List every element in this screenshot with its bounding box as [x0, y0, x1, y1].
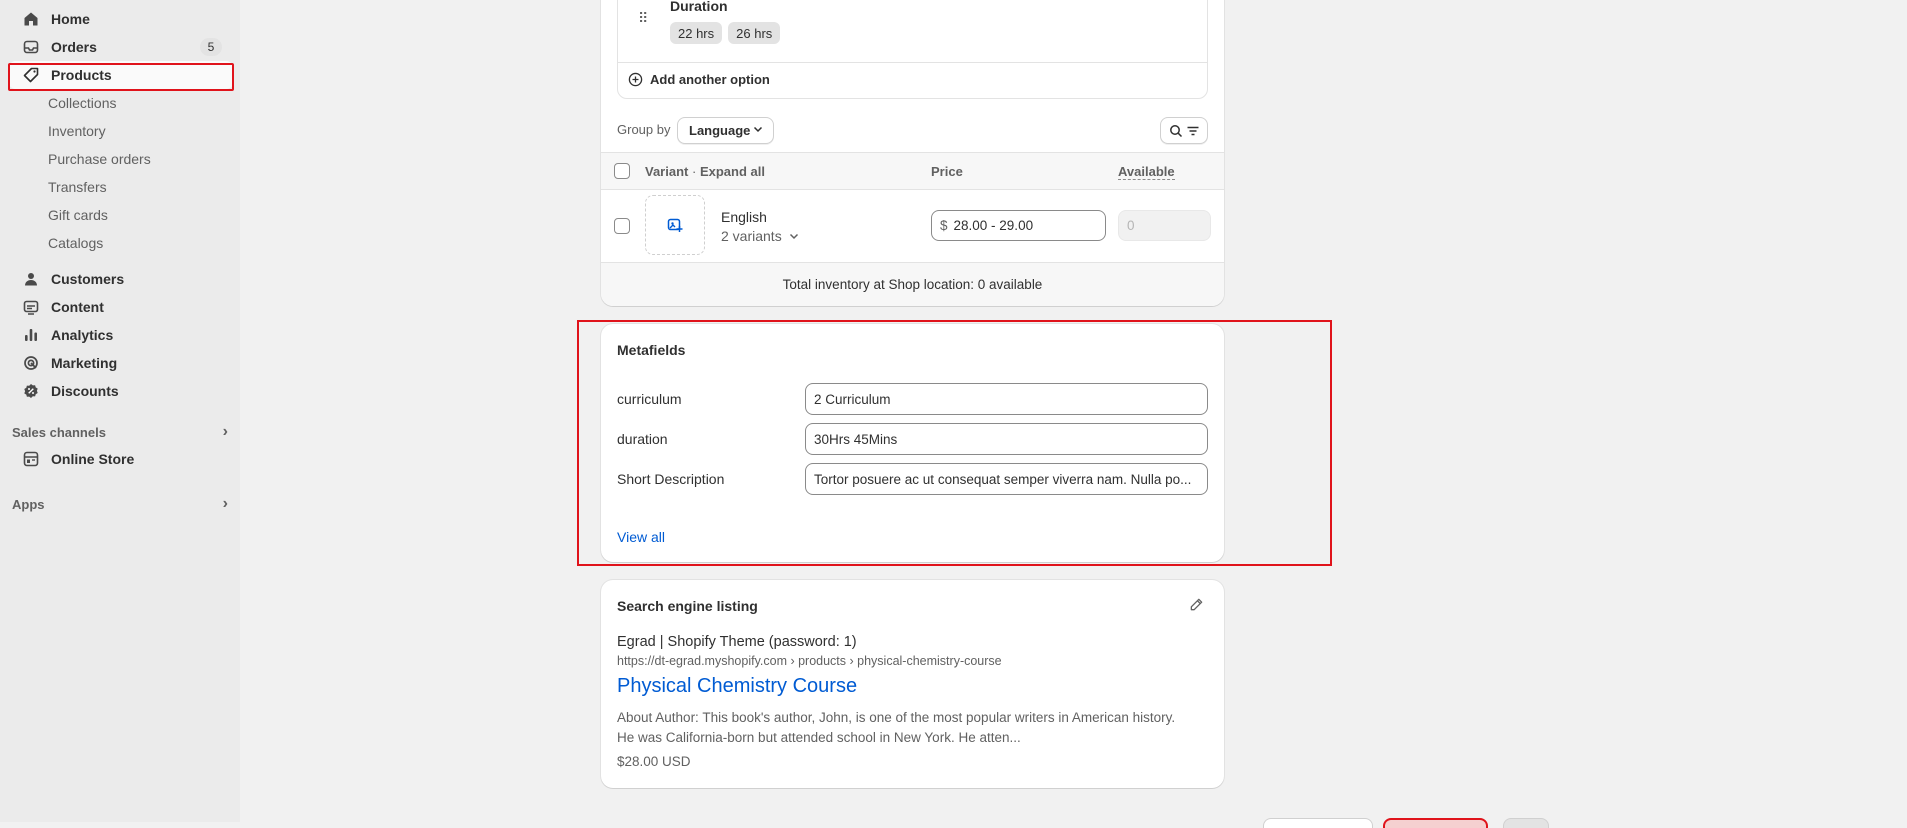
sidebar-item-customers[interactable]: Customers [8, 265, 234, 293]
sidebar-subitem-purchase-orders[interactable]: Purchase orders [48, 145, 151, 173]
search-icon [1169, 124, 1183, 138]
apps-label: Apps [12, 496, 45, 512]
sidebar-item-label: Discounts [51, 383, 119, 399]
price-input[interactable]: $ 28.00 - 29.00 [931, 210, 1106, 241]
group-by-select[interactable]: Language [677, 117, 774, 144]
sidebar-item-online-store[interactable]: Online Store [8, 445, 234, 473]
sidebar-subitem-collections[interactable]: Collections [48, 89, 116, 117]
total-inventory-text: Total inventory at Shop location: 0 avai… [782, 277, 1043, 292]
group-by-value: Language [689, 123, 751, 138]
chevron-right-icon: › [222, 495, 228, 512]
sidebar-item-home[interactable]: Home [8, 5, 234, 33]
column-header-price: Price [931, 164, 963, 179]
available-input: 0 [1118, 210, 1211, 241]
variant-group-name: English [721, 209, 767, 225]
group-by-label: Group by [617, 122, 671, 137]
inbox-icon [23, 39, 39, 55]
edit-pencil-icon[interactable] [1189, 597, 1204, 612]
chevron-down-icon [752, 123, 764, 138]
orders-count-badge: 5 [200, 38, 222, 56]
sidebar-item-label: Customers [51, 271, 125, 287]
sidebar-item-label: Content [51, 299, 104, 315]
sales-channels-label: Sales channels [12, 424, 106, 440]
seo-title: Search engine listing [617, 598, 758, 614]
highlight-box-metafields [577, 320, 1332, 566]
seo-url: https://dt-egrad.myshopify.com › product… [617, 654, 1002, 668]
divider [618, 62, 1207, 63]
sidebar-subitem-inventory[interactable]: Inventory [48, 117, 106, 145]
chevron-down-icon [788, 230, 800, 242]
option-values[interactable]: 22 hrs 26 hrs [670, 22, 786, 44]
option-name: Duration [670, 0, 728, 14]
chevron-right-icon: › [222, 423, 228, 440]
sales-channels-section[interactable]: Sales channels › [12, 420, 230, 444]
expand-all-link[interactable]: Expand all [700, 164, 765, 179]
seo-store-title: Egrad | Shopify Theme (password: 1) [617, 634, 857, 650]
add-image-placeholder[interactable] [645, 195, 705, 255]
sidebar-item-label: Online Store [51, 451, 135, 467]
total-inventory-footer: Total inventory at Shop location: 0 avai… [601, 262, 1224, 306]
seo-page-title: Physical Chemistry Course [617, 675, 858, 697]
price-value: 28.00 - 29.00 [953, 218, 1034, 233]
highlight-box-products [8, 63, 234, 91]
add-image-icon [667, 217, 683, 233]
available-placeholder: 0 [1127, 218, 1135, 233]
select-all-checkbox[interactable] [614, 163, 630, 179]
sidebar-subitem-gift-cards[interactable]: Gift cards [48, 201, 108, 229]
variant-count-toggle[interactable]: 2 variants [721, 228, 800, 244]
variant-count-label: 2 variants [721, 228, 782, 244]
person-icon [23, 271, 39, 287]
sidebar-item-orders[interactable]: Orders 5 [8, 33, 234, 61]
seo-price: $28.00 USD [617, 754, 691, 769]
sidebar-item-marketing[interactable]: Marketing [8, 349, 234, 377]
separator-dot: · [691, 164, 697, 179]
plus-circle-icon [628, 72, 643, 87]
sidebar-item-label: Orders [51, 39, 97, 55]
filter-icon [1186, 124, 1200, 138]
store-icon [23, 451, 39, 467]
add-another-option-button[interactable]: Add another option [628, 72, 770, 87]
currency-prefix: $ [940, 218, 948, 233]
apps-section[interactable]: Apps › [12, 492, 230, 516]
discount-icon [23, 383, 39, 399]
secondary-action-button[interactable] [1263, 818, 1373, 828]
sidebar-item-label: Analytics [51, 327, 114, 343]
sidebar-item-label: Marketing [51, 355, 118, 371]
image-icon [23, 299, 39, 315]
sidebar-item-discounts[interactable]: Discounts [8, 377, 234, 405]
sidebar-item-label: Home [51, 11, 90, 27]
seo-description-line: He was California-born but attended scho… [617, 730, 1021, 745]
add-option-label: Add another option [650, 72, 770, 87]
highlighted-action-button[interactable] [1383, 818, 1488, 828]
option-value-pill: 22 hrs [670, 22, 723, 44]
column-header-available[interactable]: Available [1118, 164, 1175, 180]
sidebar-subitem-transfers[interactable]: Transfers [48, 173, 107, 201]
sidebar: Home Orders 5 Products Collections Inven… [0, 0, 240, 822]
search-filter-button[interactable] [1160, 117, 1208, 144]
variant-row-checkbox[interactable] [614, 218, 630, 234]
bar-chart-icon [23, 327, 39, 343]
target-icon [23, 355, 39, 371]
sidebar-item-analytics[interactable]: Analytics [8, 321, 234, 349]
primary-action-button[interactable] [1503, 818, 1549, 828]
option-value-pill: 26 hrs [728, 22, 781, 44]
column-header-variant: Variant · Expand all [645, 164, 765, 179]
variant-column-label: Variant [645, 164, 689, 179]
seo-description: About Author: This book's author, John, … [617, 708, 1175, 748]
seo-description-line: About Author: This book's author, John, … [617, 710, 1176, 725]
home-icon [23, 11, 39, 27]
drag-handle-icon[interactable]: ⠿ [638, 10, 649, 27]
sidebar-subitem-catalogs[interactable]: Catalogs [48, 229, 103, 257]
sidebar-item-content[interactable]: Content [8, 293, 234, 321]
